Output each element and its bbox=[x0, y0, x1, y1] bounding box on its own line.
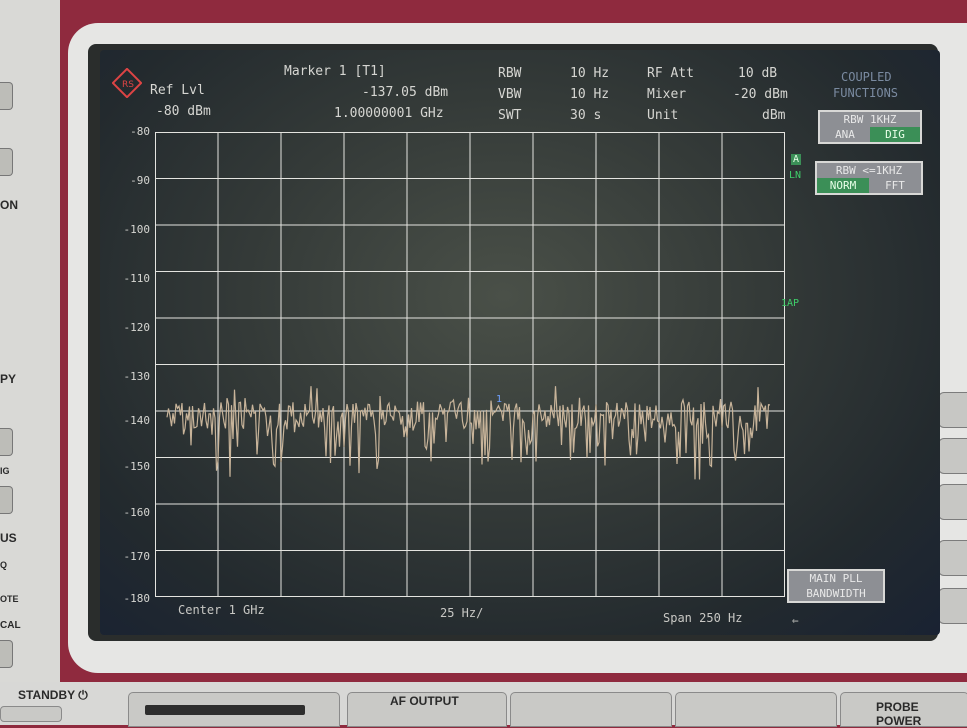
left-panel-label: OTE bbox=[0, 594, 19, 604]
softkey-title: RBW 1KHZ bbox=[843, 113, 897, 126]
front-panel-key[interactable] bbox=[510, 692, 672, 727]
hardware-key[interactable] bbox=[938, 540, 967, 576]
trace-lin-indicator: LN bbox=[789, 170, 802, 181]
spectrum-plot bbox=[155, 132, 785, 597]
marker-tag: 1 bbox=[496, 394, 503, 405]
return-arrow-icon[interactable]: ⇐ bbox=[792, 614, 799, 627]
softkey-option-fft[interactable]: FFT bbox=[869, 178, 921, 193]
softkey-option-norm[interactable]: NORM bbox=[817, 178, 869, 193]
hardware-key[interactable] bbox=[938, 392, 967, 428]
softkey-label: BANDWIDTH bbox=[806, 587, 866, 600]
left-panel-key[interactable] bbox=[0, 148, 13, 176]
sweep-time-value: 30 s bbox=[570, 108, 602, 123]
y-tick-label: -110 bbox=[123, 272, 151, 285]
rbw-label: RBW bbox=[498, 66, 522, 81]
y-tick-label: -170 bbox=[123, 550, 151, 563]
left-panel-label: US bbox=[0, 531, 17, 545]
left-panel-key[interactable] bbox=[0, 640, 13, 668]
left-panel-key[interactable] bbox=[0, 486, 13, 514]
power-icon: ⏻ bbox=[78, 688, 88, 702]
rohde-schwarz-logo-icon: RS bbox=[112, 68, 142, 98]
noise-trace bbox=[166, 386, 771, 480]
y-tick-label: -150 bbox=[123, 460, 151, 473]
grid-lines bbox=[155, 132, 785, 597]
vbw-label: VBW bbox=[498, 87, 522, 102]
left-panel-label: ON bbox=[0, 198, 18, 212]
rf-att-value: 10 dB bbox=[738, 66, 778, 81]
front-panel-key[interactable] bbox=[675, 692, 837, 727]
marker-frequency: 1.00000001 GHz bbox=[334, 106, 444, 121]
left-panel-key[interactable] bbox=[0, 82, 13, 110]
y-tick-label: -140 bbox=[123, 414, 151, 427]
main-pll-bandwidth-softkey[interactable]: MAIN PLL BANDWIDTH bbox=[787, 569, 885, 603]
vbw-value: 10 Hz bbox=[570, 87, 610, 102]
coupled-functions-title: FUNCTIONS bbox=[833, 86, 899, 100]
marker-level: -137.05 dBm bbox=[362, 85, 449, 100]
trace-1ap-indicator: 1AP bbox=[781, 298, 800, 309]
softkey-title: RBW <=1KHZ bbox=[835, 164, 903, 177]
trace-a-indicator: A bbox=[791, 154, 802, 165]
y-tick-label: -100 bbox=[123, 223, 151, 236]
hardware-key[interactable] bbox=[938, 484, 967, 520]
standby-label: STANDBY ⏻ bbox=[18, 688, 88, 702]
sweep-time-label: SWT bbox=[498, 108, 522, 123]
left-control-panel: ON PY IG US Q OTE CAL bbox=[0, 0, 60, 690]
marker-label: Marker 1 [T1] bbox=[284, 64, 386, 79]
rbw-value: 10 Hz bbox=[570, 66, 610, 81]
rbw-le1khz-softkey[interactable]: RBW <=1KHZ NORM FFT bbox=[815, 161, 923, 195]
analyzer-screen: RS Ref Lvl -80 dBm Marker 1 [T1] -137.05… bbox=[100, 50, 940, 635]
y-tick-label: -120 bbox=[123, 321, 151, 334]
svg-text:RS: RS bbox=[122, 80, 134, 90]
standby-button[interactable] bbox=[0, 706, 62, 722]
frequency-per-division: 25 Hz/ bbox=[440, 606, 484, 620]
left-panel-key[interactable] bbox=[0, 428, 13, 456]
softkey-option-ana[interactable]: ANA bbox=[820, 127, 870, 142]
center-frequency: Center 1 GHz bbox=[178, 603, 265, 617]
y-tick-label: -90 bbox=[130, 174, 150, 187]
ref-level-label: Ref Lvl bbox=[150, 83, 205, 98]
probe-power-label: PROBE POWER bbox=[876, 700, 922, 728]
coupled-functions-title: COUPLED bbox=[841, 70, 892, 84]
left-panel-label: Q bbox=[0, 560, 8, 570]
af-output-label: AF OUTPUT bbox=[390, 694, 459, 708]
front-panel-slot bbox=[145, 705, 305, 715]
unit-label: Unit bbox=[647, 108, 679, 123]
frequency-span: Span 250 Hz bbox=[663, 611, 743, 625]
y-tick-label: -160 bbox=[123, 506, 151, 519]
mixer-label: Mixer bbox=[647, 87, 687, 102]
hardware-key[interactable] bbox=[938, 588, 967, 624]
unit-value: dBm bbox=[762, 108, 786, 123]
y-tick-label: -80 bbox=[130, 125, 150, 138]
ref-level-value: -80 dBm bbox=[156, 104, 211, 119]
y-tick-label: -180 bbox=[123, 592, 151, 605]
mixer-value: -20 dBm bbox=[733, 87, 788, 102]
softkey-option-dig[interactable]: DIG bbox=[870, 127, 920, 142]
left-panel-label: IG bbox=[0, 466, 10, 476]
softkey-label: MAIN PLL bbox=[809, 572, 863, 585]
rbw-1khz-softkey[interactable]: RBW 1KHZ ANA DIG bbox=[818, 110, 922, 144]
rf-att-label: RF Att bbox=[647, 66, 694, 81]
left-panel-label: PY bbox=[0, 372, 17, 386]
y-tick-label: -130 bbox=[123, 370, 151, 383]
left-panel-label: CAL bbox=[0, 620, 21, 631]
hardware-key[interactable] bbox=[938, 438, 967, 474]
